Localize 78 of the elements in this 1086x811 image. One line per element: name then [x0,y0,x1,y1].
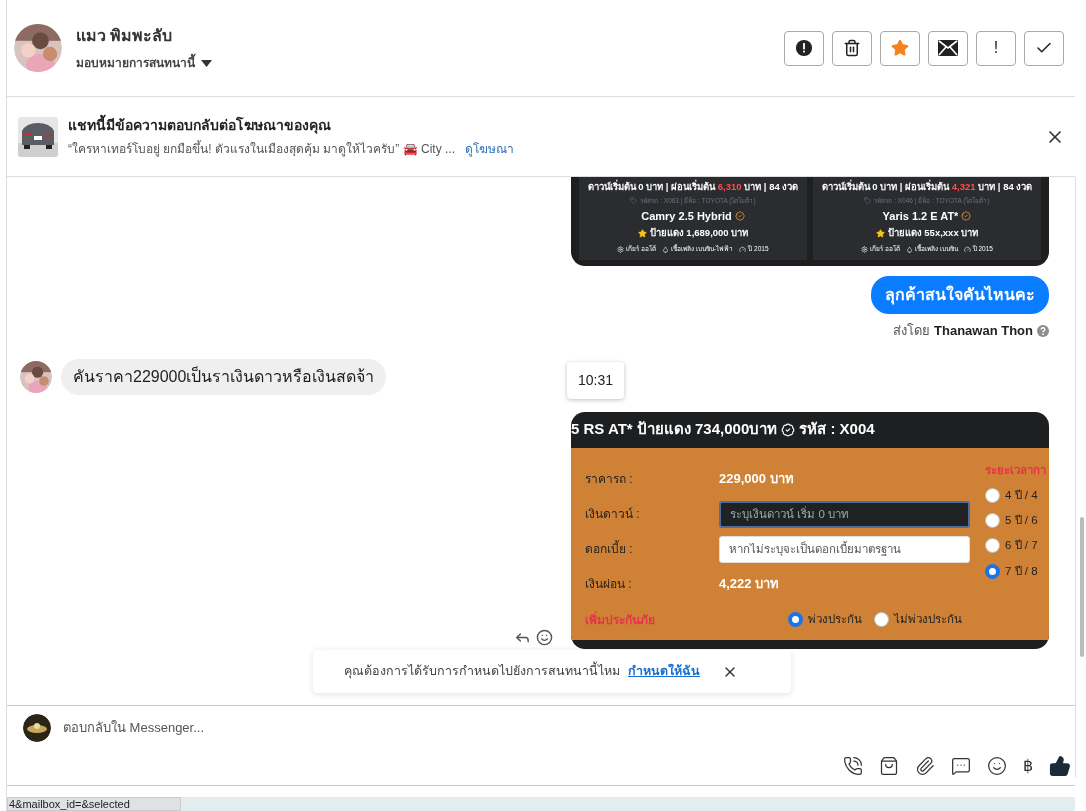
down-payment-text: ดาวน์เริ่มต้น 0 บาท | ผ่อนเริ่มต้น 6,310 บาท | 84 งวด [587,179,799,194]
car-title: 5 RS AT* ป้ายแดง 734,000บาท [571,419,778,440]
radio-button[interactable] [985,563,1000,579]
message-input[interactable]: ตอบกลับใน Messenger... [63,718,1071,738]
baht-button[interactable]: ฿ [1023,754,1033,778]
drop-icon [662,245,670,253]
verified-icon [961,210,972,221]
ad-quote: “ใครหาเทอร์โบอยู่ ยกมือขึ้น! ตัวแรงในเมืองสุดคุ้ม มาดูให้ไวครับ” 🚘 City ... [68,140,455,158]
radio-label: 7 ปี / 8 [1005,563,1038,579]
tag-icon [864,197,872,205]
down-payment-text: ดาวน์เริ่มต้น 0 บาท | ผ่อนเริ่มต้น 4,321 บาท | 84 งวด [821,179,1033,194]
exclamation-button[interactable]: ! [976,30,1016,66]
form-label: ราคารถ : [585,471,634,488]
term-title: ระยะเวลากา [985,462,1047,478]
radio-button[interactable] [874,612,889,627]
page-avatar [23,714,51,742]
view-ad-link[interactable]: ดูโฆษณา [465,140,514,158]
insurance-label: เพิ่มประกันภัย [585,610,656,629]
radio-label: พ่วงประกัน [808,611,862,627]
radio-button[interactable] [788,612,803,627]
scrollbar-thumb[interactable] [1080,517,1084,657]
incoming-message: คันราคา229000เป็นราเงินดาวหรือเงินสดจ้า [61,358,387,395]
form-label: ดอกเบี้ย : [585,540,634,558]
contact-avatar [20,360,52,393]
car-code: รหัส : X004 [799,419,875,440]
help-icon [1037,324,1049,337]
radio-button[interactable] [985,538,1000,554]
like-icon[interactable] [1049,755,1071,777]
delete-button[interactable] [832,30,872,66]
envelope-icon [938,40,958,56]
radio-label: 5 ปี / 6 [1005,513,1038,528]
form-label: เงินดาวน์ : [585,506,641,523]
car-model: Camry 2.5 Hybrid [641,208,732,224]
star-icon [891,39,909,57]
gauge-icon [963,245,971,253]
caret-icon [201,59,212,67]
paperclip-icon[interactable] [915,756,935,776]
radio-label: 6 ปี / 7 [1005,538,1038,554]
notice-text: คุณต้องการได้รับการกำหนดไปยังการสนทนานี้ไหม [344,662,620,681]
assign-dropdown[interactable]: มอบหมายการสนทนานี้ [76,54,212,72]
gauge-icon [739,245,747,253]
star-icon [875,228,885,238]
alert-icon [795,39,813,57]
bag-icon[interactable] [879,756,899,776]
radio-button[interactable] [985,487,1000,503]
sent-by-label: ส่งโดย Thanawan Thon [893,322,1033,340]
alert-button[interactable] [784,30,824,66]
drop-icon [905,245,913,253]
time-tooltip: 10:31 [567,362,625,399]
form-label: เงินผ่อน : [585,576,633,593]
radio-label: ไม่พ่วงประกัน [894,611,962,627]
input-field[interactable]: ระบุเงินดาวน์ เริ่ม 0 บาท [719,500,970,528]
radio-button[interactable] [985,513,1000,529]
radio-label: 4 ปี / 4 [1005,487,1038,503]
car-price: ป้ายแดง 55x,xxx บาท [887,226,979,240]
ad-reply-title: แชทนี้มีข้อความตอบกลับต่อโฆษณาของคุณ [68,115,514,136]
emoji-icon[interactable] [536,629,553,646]
gear-icon [861,245,869,253]
emoji-icon[interactable] [987,756,1007,776]
mail-button[interactable] [928,30,968,66]
tag-icon [630,197,638,205]
chat-bubble-icon[interactable] [951,756,971,776]
gear-icon [617,245,625,253]
status-url: 4&mailbox_id=&selected [7,797,181,811]
contact-avatar [14,24,62,72]
assign-me-link[interactable]: กำหนดให้ฉัน [628,662,700,681]
form-value: 4,222 บาท [719,575,780,594]
form-value: 229,000 บาท [719,470,794,489]
outgoing-message: ลุกค้าสนใจคันไหนคะ [871,276,1049,314]
star-icon [637,228,647,238]
contact-name: แมว พิมพะลับ [76,26,174,46]
verified-icon [781,422,796,437]
car-model: Yaris 1.2 E AT* [882,208,959,224]
star-button[interactable] [880,30,920,66]
trash-icon [843,39,861,57]
verified-icon [734,210,745,221]
phone-icon[interactable] [843,756,863,776]
car-price: ป้ายแดง 1,689,000 บาท [649,226,749,240]
